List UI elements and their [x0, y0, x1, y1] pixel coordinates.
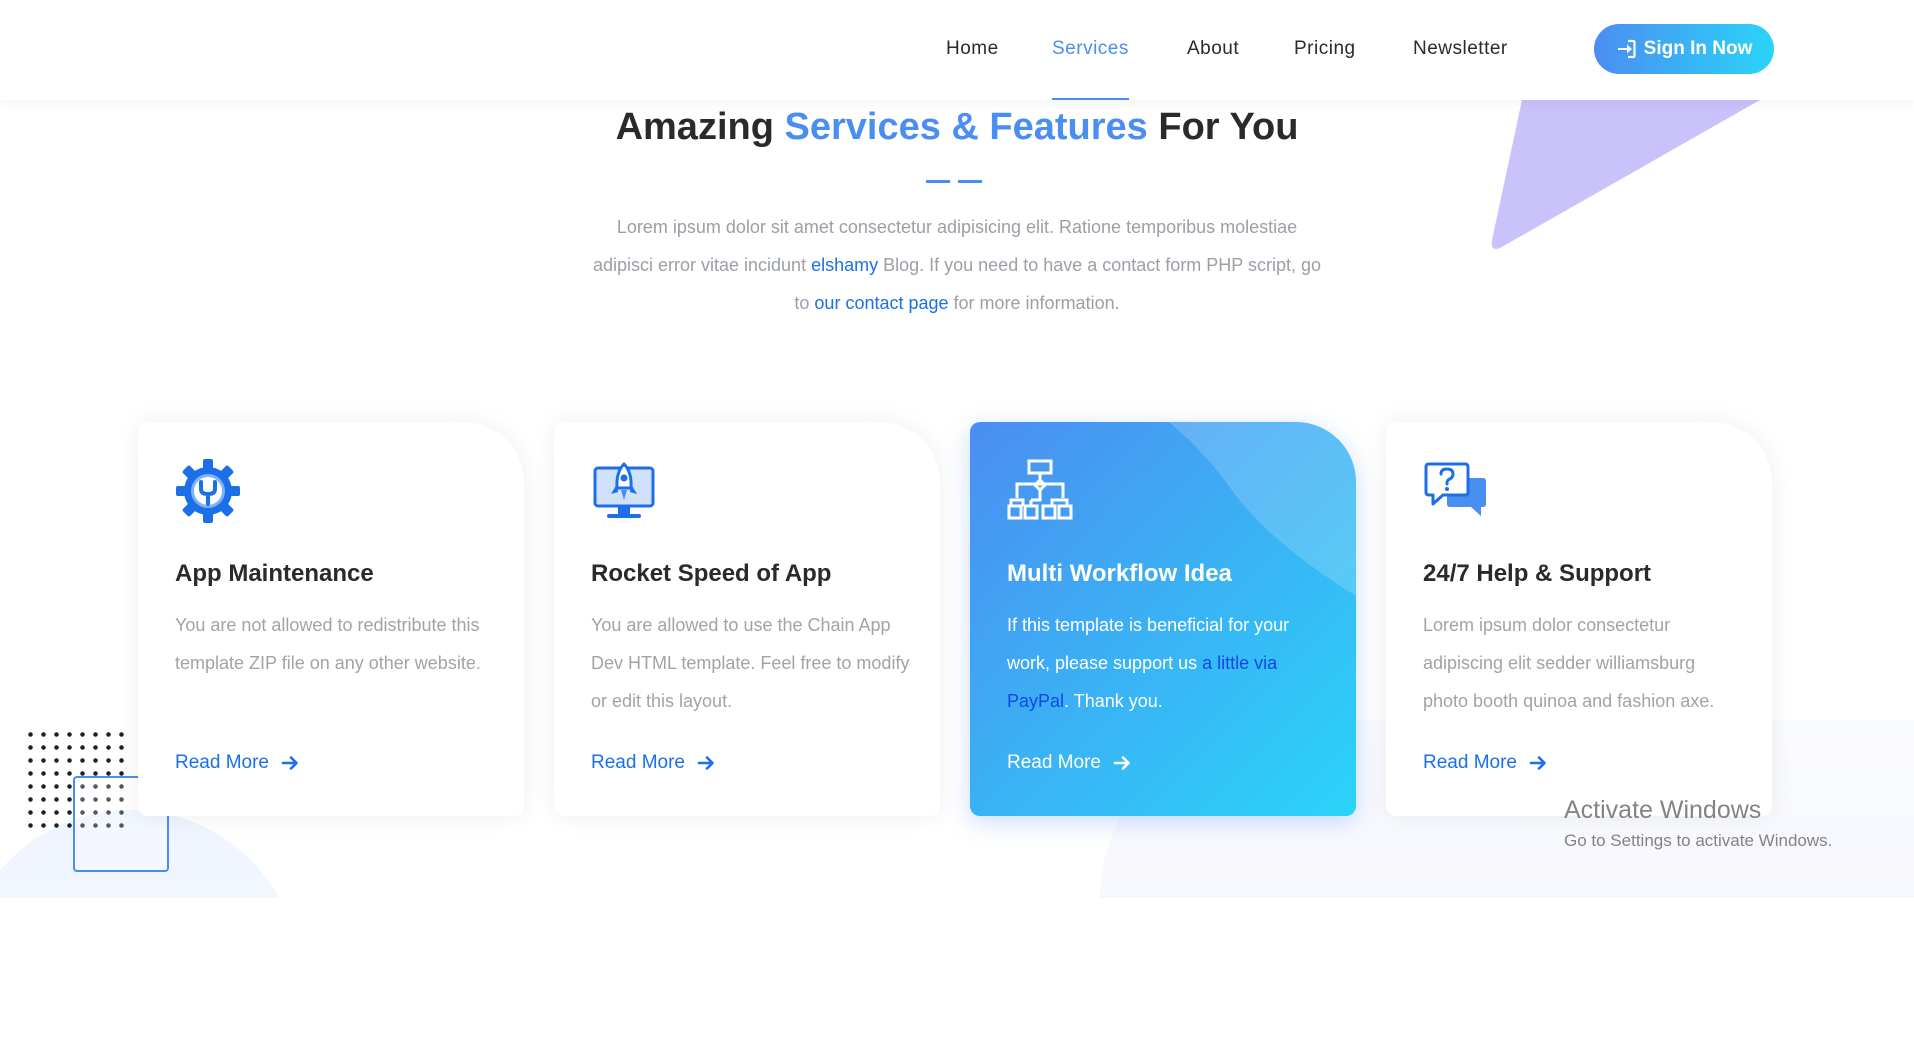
sign-in-button[interactable]: Sign In Now [1594, 24, 1774, 74]
card-title: Multi Workflow Idea [1007, 560, 1232, 587]
nav-services[interactable]: Services [1052, 0, 1129, 100]
read-more-link[interactable]: Read More [1423, 752, 1547, 774]
card-text: You are not allowed to redistribute this… [175, 615, 481, 673]
gear-wrench-icon [176, 459, 240, 523]
card-text-part-2: . Thank you. [1064, 691, 1163, 711]
read-more-label: Read More [591, 752, 685, 773]
service-card-multi-workflow: Multi Workflow Idea If this template is … [970, 422, 1356, 816]
title-accent: Services & Features [784, 106, 1148, 148]
title-post: For You [1147, 106, 1299, 148]
card-title: 24/7 Help & Support [1423, 560, 1652, 587]
elshamy-link[interactable]: elshamy [811, 255, 878, 275]
section-title: Amazing Services & Features For You [0, 106, 1914, 149]
title-underline-right [958, 180, 982, 183]
card-title: App Maintenance [175, 560, 374, 587]
nav-pricing[interactable]: Pricing [1294, 0, 1356, 100]
intro-text-3: for more information. [948, 293, 1120, 313]
read-more-label: Read More [1007, 752, 1101, 773]
rocket-monitor-icon [593, 462, 655, 518]
title-pre: Amazing [615, 106, 785, 148]
service-card-rocket-speed: Rocket Speed of App You are allowed to u… [554, 422, 940, 816]
service-card-app-maintenance: App Maintenance You are not allowed to r… [138, 422, 524, 816]
arrow-right-icon [1529, 756, 1546, 770]
read-more-label: Read More [175, 752, 269, 773]
workflow-diagram-icon [1007, 459, 1073, 520]
sign-in-label: Sign In Now [1643, 38, 1753, 59]
card-text: You are allowed to use the Chain App Dev… [591, 615, 910, 711]
nav-about[interactable]: About [1187, 0, 1239, 100]
service-card-help-support: 24/7 Help & Support Lorem ipsum dolor co… [1386, 422, 1772, 816]
read-more-link[interactable]: Read More [1007, 752, 1131, 774]
arrow-right-icon [697, 756, 714, 770]
site-header: Home Services About Pricing Newsletter S… [0, 0, 1914, 100]
activate-windows-title: Activate Windows [1564, 796, 1762, 824]
section-bottom-area [0, 898, 1914, 1042]
nav-home[interactable]: Home [946, 0, 999, 100]
read-more-link[interactable]: Read More [591, 752, 715, 774]
nav-newsletter[interactable]: Newsletter [1413, 0, 1508, 100]
activate-windows-subtitle: Go to Settings to activate Windows. [1564, 831, 1833, 850]
card-text: Lorem ipsum dolor consectetur adipiscing… [1423, 615, 1715, 711]
activate-windows-watermark: Activate Windows Go to Settings to activ… [1564, 796, 1832, 851]
read-more-label: Read More [1423, 752, 1517, 773]
card-text: If this template is beneficial for your … [1007, 606, 1327, 720]
arrow-right-icon [1113, 756, 1130, 770]
help-chat-icon [1424, 462, 1486, 516]
card-title: Rocket Speed of App [591, 560, 832, 587]
section-intro: Lorem ipsum dolor sit amet consectetur a… [590, 208, 1324, 322]
read-more-link[interactable]: Read More [175, 752, 299, 774]
arrow-right-icon [281, 756, 298, 770]
sign-in-icon [1617, 39, 1636, 59]
title-underline-left [926, 180, 950, 183]
contact-page-link[interactable]: our contact page [814, 293, 948, 313]
